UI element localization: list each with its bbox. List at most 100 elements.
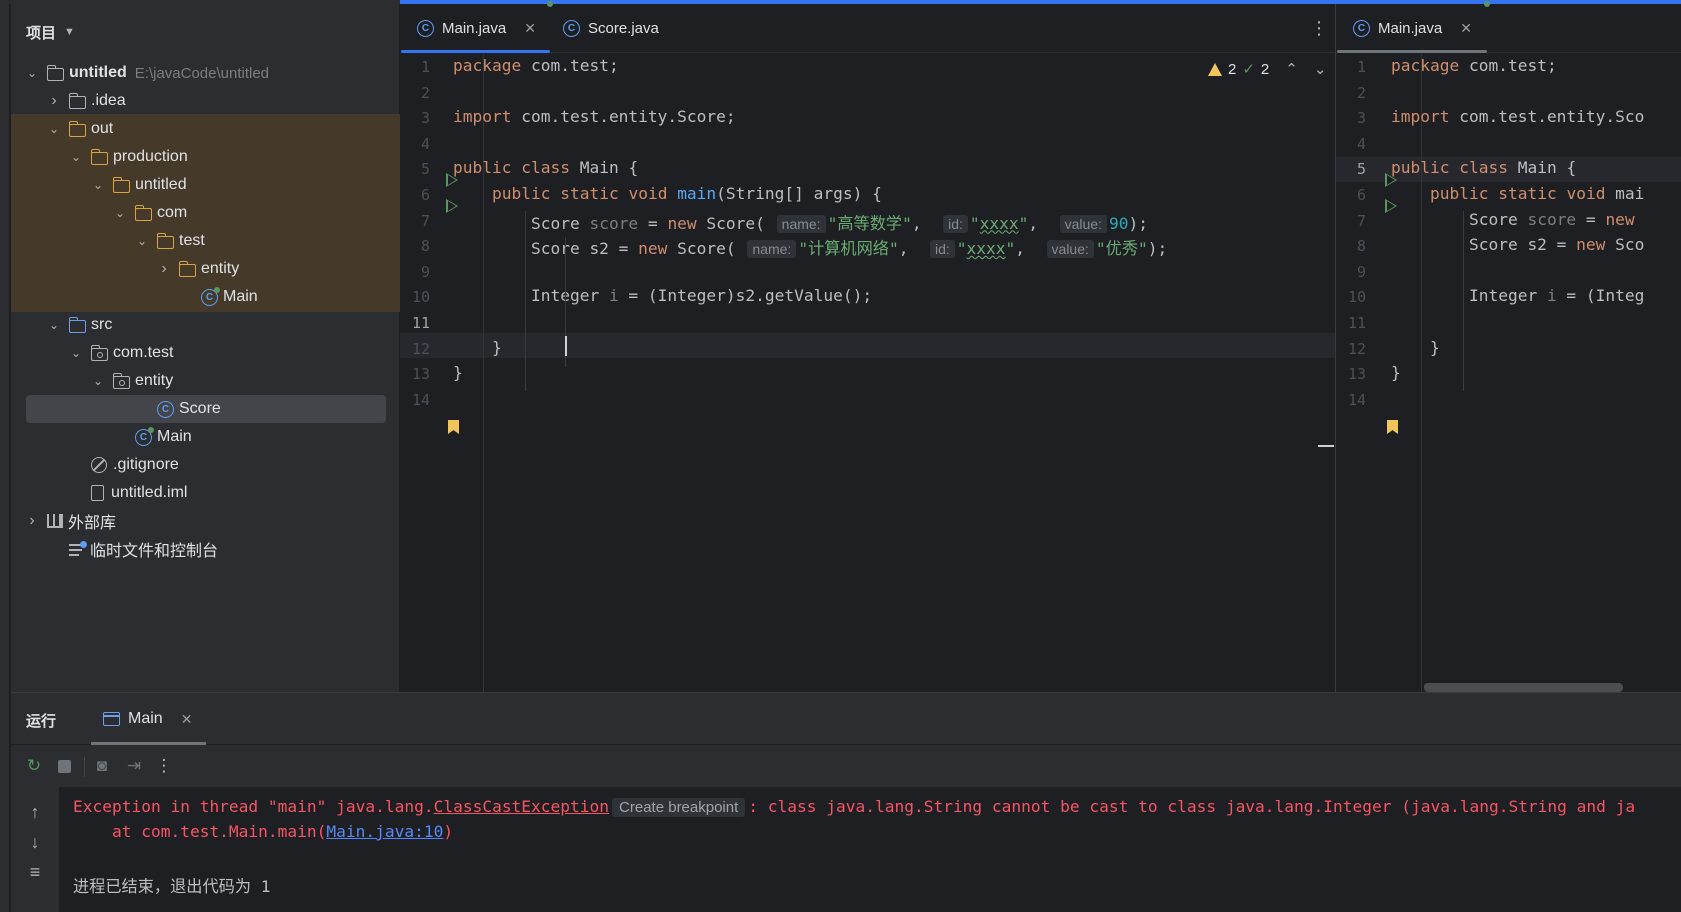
more-icon[interactable]: ⋮ xyxy=(153,755,175,777)
tree-item-com-test[interactable]: ⌄ com.test xyxy=(11,338,400,368)
run-tab-main[interactable]: Main ✕ xyxy=(91,693,206,745)
folder-icon-orange xyxy=(156,232,174,249)
tree-item-entity[interactable]: ⌄ entity xyxy=(11,366,400,396)
chevron-down-icon[interactable]: ⌄ xyxy=(47,122,61,136)
code-line: Integer i = (Integ xyxy=(1391,286,1645,306)
line-number: 11 xyxy=(411,314,430,332)
code-line: package com.test; xyxy=(453,56,619,75)
tree-item-src[interactable]: ⌄ src xyxy=(11,310,400,340)
tab-main-java-split[interactable]: C Main.java ✕ xyxy=(1337,4,1487,53)
more-tabs-icon[interactable]: ⋮ xyxy=(1310,4,1330,53)
tree-item-com[interactable]: ⌄ com xyxy=(11,198,400,228)
run-side-toolbar: ↑ ↓ ≡ xyxy=(11,787,59,912)
inspection-widget[interactable]: 2 ✓ 2 ⌃ ⌄ xyxy=(1208,60,1326,78)
check-icon: ✓ xyxy=(1242,61,1255,78)
editor-tab-bar: C Main.java ✕ C Score.java ⋮ xyxy=(400,4,1335,53)
chevron-right-icon[interactable]: › xyxy=(47,92,61,110)
tree-item-label: untitled xyxy=(69,64,127,81)
tree-item-main[interactable]: C Main xyxy=(11,282,400,312)
stop-icon[interactable] xyxy=(53,755,75,777)
run-gutter-icon[interactable] xyxy=(446,199,458,213)
tree-item-gitignore[interactable]: .gitignore xyxy=(11,450,400,480)
run-gutter-icon[interactable] xyxy=(446,173,458,187)
folder-icon-orange xyxy=(112,176,130,193)
scroll-down-icon[interactable]: ↓ xyxy=(24,831,46,853)
code-line: import com.test.entity.Score; xyxy=(453,107,736,127)
tab-score-java[interactable]: C Score.java xyxy=(563,4,693,53)
tree-item-label: .idea xyxy=(91,92,126,109)
tree-item-out[interactable]: ⌄ out xyxy=(11,114,400,144)
soft-wrap-icon[interactable]: ≡ xyxy=(24,861,46,883)
chevron-down-icon[interactable]: ⌄ xyxy=(69,346,83,360)
close-icon[interactable]: ✕ xyxy=(524,20,536,37)
run-gutter-icon[interactable] xyxy=(1385,173,1397,187)
line-number: 13 xyxy=(411,365,430,384)
chevron-down-icon[interactable]: ⌄ xyxy=(47,318,61,332)
chevron-up-icon[interactable]: ⌃ xyxy=(1285,60,1298,78)
project-panel-title: 项目 xyxy=(26,24,57,42)
code-line: Score s2 = new Score( name: "计算机网络", id: "… xyxy=(453,239,1168,259)
tree-item-production[interactable]: ⌄ production xyxy=(11,142,400,172)
tree-item-test[interactable]: ⌄ test xyxy=(11,226,400,256)
project-panel-header[interactable]: 项目 ▼ xyxy=(11,4,399,60)
console-stack-line: at com.test.Main.main(Main.java:10) xyxy=(73,822,454,841)
scroll-up-icon[interactable]: ↑ xyxy=(24,801,46,823)
tree-item-untitled[interactable]: ⌄ untitled xyxy=(11,170,400,200)
tree-item-[interactable]: › 外部库 xyxy=(11,506,400,536)
source-link[interactable]: Main.java:10 xyxy=(326,822,443,841)
line-number: 10 xyxy=(411,288,430,307)
close-icon[interactable]: ✕ xyxy=(1460,20,1472,37)
code-line: Score score = new Score( name: "高等数学", id… xyxy=(453,213,1148,233)
chevron-right-icon[interactable]: › xyxy=(25,512,39,530)
line-number: 2 xyxy=(420,83,430,102)
tree-item-entity[interactable]: › entity xyxy=(11,254,400,284)
scroll-marker xyxy=(1318,445,1334,447)
code-line: import com.test.entity.Sco xyxy=(1391,107,1645,127)
exception-link[interactable]: ClassCastException xyxy=(434,797,609,816)
chevron-down-icon[interactable]: ⌄ xyxy=(91,374,105,388)
tree-item-label: Main xyxy=(157,428,192,445)
camera-icon[interactable]: ◙ xyxy=(91,755,113,777)
tree-item-main[interactable]: C Main xyxy=(11,422,400,452)
exit-icon[interactable]: ⇥ xyxy=(123,755,145,777)
chevron-down-icon[interactable]: ⌄ xyxy=(113,206,127,220)
project-panel: 项目 ▼ ⌄ untitled E:\javaCode\untitled › .idea… xyxy=(11,4,400,692)
code-editor[interactable]: 1 2 3 4 5 6 7 8 9 10 11 12 13 14 package com.test; imp… xyxy=(400,54,1335,692)
chevron-down-icon[interactable]: ⌄ xyxy=(1314,60,1327,78)
line-number: 5 xyxy=(420,160,430,179)
source-folder-icon xyxy=(68,316,86,333)
class-icon: C xyxy=(1353,20,1370,37)
bookmark-icon[interactable] xyxy=(448,420,459,434)
run-gutter-icon[interactable] xyxy=(1385,199,1397,213)
close-icon[interactable]: ✕ xyxy=(181,711,193,728)
tree-item-untitled-iml[interactable]: untitled.iml xyxy=(11,478,400,508)
text-caret xyxy=(565,336,567,356)
line-number: 12 xyxy=(411,339,430,358)
line-number: 9 xyxy=(1356,262,1366,281)
tab-label: Main.java xyxy=(1378,20,1443,37)
create-breakpoint-hint[interactable]: Create breakpoint xyxy=(612,798,746,817)
tree-item-untitled[interactable]: ⌄ untitled E:\javaCode\untitled xyxy=(11,58,400,88)
left-tool-strip xyxy=(0,4,10,912)
line-number: 6 xyxy=(420,186,430,204)
warning-count: 2 xyxy=(1228,60,1237,78)
bookmark-icon[interactable] xyxy=(1387,420,1398,434)
chevron-down-icon[interactable]: ⌄ xyxy=(135,234,149,248)
split-code-editor[interactable]: 1 2 3 4 5 6 7 8 9 10 11 12 13 14 package com.test; imp… xyxy=(1336,54,1681,692)
chevron-down-icon[interactable]: ⌄ xyxy=(69,150,83,164)
rerun-icon[interactable]: ↻ xyxy=(23,755,45,777)
folder-icon-orange xyxy=(68,120,86,137)
horizontal-scrollbar[interactable] xyxy=(1424,683,1623,692)
tab-main-java[interactable]: C Main.java ✕ xyxy=(401,4,550,53)
chevron-right-icon[interactable]: › xyxy=(157,260,171,278)
tree-item-[interactable]: 临时文件和控制台 xyxy=(11,534,400,564)
chevron-down-icon[interactable]: ⌄ xyxy=(25,66,39,80)
tree-item-score[interactable]: C Score xyxy=(11,394,400,424)
terminal-icon xyxy=(103,712,120,726)
chevron-down-icon[interactable]: ▼ xyxy=(64,26,75,38)
current-line-highlight xyxy=(400,333,1335,358)
package-icon xyxy=(112,372,130,389)
console-exit-message: 进程已结束，退出代码为 1 xyxy=(73,877,271,896)
tree-item-idea[interactable]: › .idea xyxy=(11,86,400,116)
chevron-down-icon[interactable]: ⌄ xyxy=(91,178,105,192)
